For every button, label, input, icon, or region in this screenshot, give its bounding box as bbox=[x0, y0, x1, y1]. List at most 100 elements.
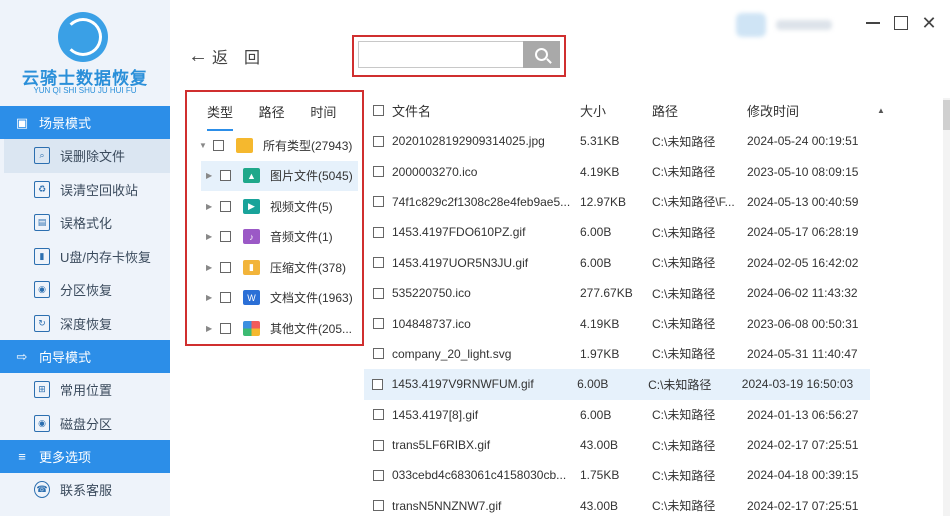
header-path[interactable]: 路径 bbox=[652, 101, 747, 120]
other-files-icon bbox=[243, 320, 260, 336]
checkbox[interactable] bbox=[372, 409, 384, 421]
checkbox[interactable] bbox=[372, 104, 384, 116]
nav-item-partition[interactable]: ◉ 分区恢复 bbox=[0, 273, 170, 307]
tree-row-archives[interactable]: ▶ ▮ 压缩文件(378) bbox=[187, 252, 362, 283]
checkbox[interactable] bbox=[372, 318, 384, 330]
checkbox[interactable] bbox=[372, 287, 384, 299]
tree-row-videos[interactable]: ▶ ▶ 视频文件(5) bbox=[187, 191, 362, 222]
sort-up-icon[interactable]: ▲ bbox=[877, 106, 885, 115]
section-scene-mode: ▣ 场景模式 bbox=[0, 106, 170, 139]
row-select[interactable] bbox=[364, 469, 392, 481]
header-size[interactable]: 大小 bbox=[580, 101, 652, 120]
checkbox[interactable] bbox=[372, 196, 384, 208]
file-name: 74f1c829c2f1308c28e4feb9ae5... bbox=[392, 194, 571, 209]
checkbox[interactable] bbox=[372, 348, 384, 360]
expand-right-icon[interactable]: ▶ bbox=[206, 202, 216, 211]
table-row[interactable]: transN5NNZNW7.gif 43.00B C:\未知路径 2024-02-17… bbox=[364, 491, 950, 516]
tree-row-images[interactable]: ▶ ▲ 图片文件(5045) bbox=[201, 160, 358, 191]
table-row[interactable]: 535220750.ico 277.67KB C:\未知路径 2024-06-02 1… bbox=[364, 278, 950, 308]
file-name: 1453.4197[8].gif bbox=[392, 407, 479, 422]
disk-search-icon: ⌕ bbox=[34, 147, 50, 165]
row-select[interactable] bbox=[364, 226, 392, 238]
tree-label: 视频文件(5) bbox=[270, 199, 333, 214]
row-select[interactable] bbox=[364, 166, 392, 178]
back-button[interactable]: ← 返 回 bbox=[188, 44, 260, 68]
scrollbar[interactable] bbox=[943, 98, 950, 516]
header-modified[interactable]: 修改时间 bbox=[747, 101, 877, 120]
row-select[interactable] bbox=[364, 318, 392, 330]
table-row[interactable]: 1453.4197V9RNWFUM.gif 6.00B C:\未知路径 2024-03… bbox=[364, 369, 870, 400]
scrollbar-thumb[interactable] bbox=[943, 100, 950, 130]
account-info[interactable] bbox=[736, 13, 838, 37]
table-row[interactable]: 1453.4197UOR5N3JU.gif 6.00B C:\未知路径 2024-02… bbox=[364, 248, 950, 278]
expand-right-icon[interactable]: ▶ bbox=[206, 232, 216, 241]
nav-item-usb-card[interactable]: ▮ U盘/内存卡恢复 bbox=[0, 240, 170, 274]
checkbox[interactable] bbox=[372, 135, 384, 147]
select-all[interactable] bbox=[364, 104, 392, 116]
search-input[interactable] bbox=[358, 41, 524, 68]
row-select[interactable] bbox=[364, 439, 392, 451]
file-size: 6.00B bbox=[580, 407, 612, 422]
close-button[interactable]: ✕ bbox=[920, 13, 938, 33]
checkbox[interactable] bbox=[220, 200, 231, 212]
table-row[interactable]: company_20_light.svg 1.97KB C:\未知路径 2024-05… bbox=[364, 339, 950, 369]
row-select[interactable] bbox=[364, 196, 392, 208]
table-row[interactable]: 74f1c829c2f1308c28e4feb9ae5... 12.97KB C:\… bbox=[364, 187, 950, 217]
checkbox[interactable] bbox=[213, 139, 224, 151]
nav-item-deep-recovery[interactable]: ↻ 深度恢复 bbox=[0, 307, 170, 341]
tab-time[interactable]: 时间 bbox=[310, 102, 362, 121]
row-select[interactable] bbox=[364, 287, 392, 299]
tree-row-others[interactable]: ▶ 其他文件(205... bbox=[187, 313, 362, 344]
row-select[interactable] bbox=[364, 348, 392, 360]
expand-right-icon[interactable]: ▶ bbox=[206, 263, 216, 272]
file-size: 5.31KB bbox=[580, 134, 620, 149]
checkbox[interactable] bbox=[220, 292, 231, 304]
table-row[interactable]: 033cebd4c683061c4158030cb... 1.75KB C:\未知路… bbox=[364, 460, 950, 490]
expand-right-icon[interactable]: ▶ bbox=[206, 293, 216, 302]
tree-row-audio[interactable]: ▶ ♪ 音频文件(1) bbox=[187, 222, 362, 253]
maximize-button[interactable] bbox=[892, 14, 910, 32]
table-row[interactable]: trans5LF6RIBX.gif 43.00B C:\未知路径 2024-02-17… bbox=[364, 430, 950, 460]
table-row[interactable]: 1453.4197[8].gif 6.00B C:\未知路径 2024-01-13 0… bbox=[364, 400, 950, 430]
checkbox[interactable] bbox=[220, 322, 231, 334]
row-select[interactable] bbox=[364, 409, 392, 421]
image-icon: ▲ bbox=[243, 168, 260, 184]
checkbox[interactable] bbox=[372, 166, 384, 178]
nav-item-support[interactable]: ☎ 联系客服 bbox=[0, 473, 170, 507]
tree-row-all-types[interactable]: ▼ 所有类型(27943) bbox=[187, 130, 362, 161]
nav-item-common-locations[interactable]: ⊞ 常用位置 bbox=[0, 373, 170, 407]
nav-item-disk-partition[interactable]: ◉ 磁盘分区 bbox=[0, 407, 170, 441]
file-path: C:\未知路径 bbox=[652, 438, 716, 453]
checkbox[interactable] bbox=[372, 257, 384, 269]
row-select[interactable] bbox=[364, 500, 392, 512]
checkbox[interactable] bbox=[220, 170, 231, 182]
section-more-options: ≡ 更多选项 bbox=[0, 440, 170, 473]
tree-row-documents[interactable]: ▶ W 文档文件(1963) bbox=[187, 283, 362, 314]
checkbox[interactable] bbox=[372, 378, 384, 390]
checkbox[interactable] bbox=[220, 261, 231, 273]
nav-item-deleted-files[interactable]: ⌕ 误删除文件 bbox=[4, 139, 170, 173]
table-row[interactable]: 1453.4197FDO610PZ.gif 6.00B C:\未知路径 2024-05… bbox=[364, 217, 950, 247]
tab-type[interactable]: 类型 bbox=[207, 102, 259, 131]
expand-right-icon[interactable]: ▶ bbox=[206, 171, 216, 180]
checkbox[interactable] bbox=[372, 226, 384, 238]
row-select[interactable] bbox=[364, 135, 392, 147]
table-row[interactable]: 104848737.ico 4.19KB C:\未知路径 2023-06-08 00:… bbox=[364, 308, 950, 338]
minimize-button[interactable] bbox=[864, 14, 882, 32]
expand-down-icon[interactable]: ▼ bbox=[199, 141, 209, 150]
search-button[interactable] bbox=[523, 41, 560, 68]
table-row[interactable]: 20201028192909314025.jpg 5.31KB C:\未知路径 202… bbox=[364, 126, 950, 156]
header-filename[interactable]: 文件名 bbox=[392, 101, 580, 120]
checkbox[interactable] bbox=[372, 469, 384, 481]
checkbox[interactable] bbox=[220, 231, 231, 243]
row-select[interactable] bbox=[364, 257, 392, 269]
checkbox[interactable] bbox=[372, 439, 384, 451]
nav-item-format[interactable]: ▤ 误格式化 bbox=[0, 206, 170, 240]
nav-item-recycle-bin[interactable]: ♻ 误清空回收站 bbox=[0, 173, 170, 207]
checkbox[interactable] bbox=[372, 500, 384, 512]
table-row[interactable]: 2000003270.ico 4.19KB C:\未知路径 2023-05-10 08… bbox=[364, 156, 950, 186]
row-select[interactable] bbox=[364, 378, 392, 390]
tab-path[interactable]: 路径 bbox=[259, 102, 311, 121]
section-label: 向导模式 bbox=[39, 350, 92, 365]
expand-right-icon[interactable]: ▶ bbox=[206, 324, 216, 333]
